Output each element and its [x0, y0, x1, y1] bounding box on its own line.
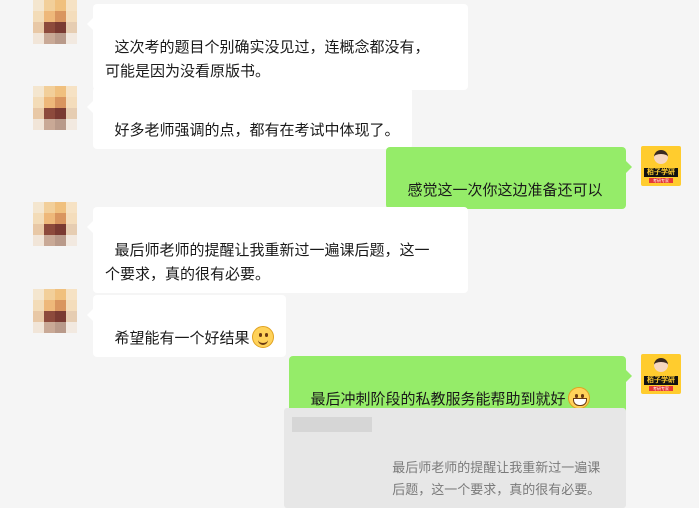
contact-avatar[interactable]	[33, 0, 77, 44]
user-avatar[interactable]: 栢子学研 考研专家	[641, 146, 681, 186]
message-text: 这次考的题目个别确实没见过，连概念都没有， 可能是因为没看原版书。	[105, 38, 430, 80]
message-text: 希望能有一个好结果	[114, 329, 250, 347]
brand-name: 栢子学研	[644, 376, 678, 385]
message-bubble[interactable]: 最后师老师的提醒让我重新过一遍课后题，这一 个要求，真的很有必要。	[87, 207, 468, 293]
quoted-message[interactable]: 最后师老师的提醒让我重新过一遍课 后题，这一个要求，真的很有必要。	[284, 408, 626, 508]
contact-avatar[interactable]	[33, 86, 77, 130]
message-text: 好多老师强调的点，都有在考试中体现了。	[114, 121, 400, 139]
brand-tagline: 考研专家	[649, 386, 673, 391]
smile-emoji-icon	[251, 326, 274, 348]
brand-tagline: 考研专家	[649, 178, 673, 183]
message-text: 最后冲刺阶段的私教服务能帮助到就好	[310, 390, 566, 408]
avatar-face-icon	[654, 150, 668, 164]
message-bubble[interactable]: 好多老师强调的点，都有在考试中体现了。	[87, 87, 412, 149]
message-text: 最后师老师的提醒让我重新过一遍课后题，这一 个要求，真的很有必要。	[105, 241, 430, 283]
contact-avatar[interactable]	[33, 289, 77, 333]
brand-name: 栢子学研	[644, 168, 678, 177]
message-text: 感觉这一次你这边准备还可以	[407, 181, 603, 199]
message-bubble[interactable]: 感觉这一次你这边准备还可以	[386, 147, 632, 209]
message-bubble[interactable]: 这次考的题目个别确实没见过，连概念都没有， 可能是因为没看原版书。	[87, 4, 468, 90]
avatar-face-icon	[654, 358, 668, 372]
grin-emoji-icon	[567, 387, 590, 409]
contact-avatar[interactable]	[33, 202, 77, 246]
message-bubble[interactable]: 希望能有一个好结果	[87, 295, 286, 357]
redacted-sender-mask	[292, 417, 372, 432]
user-avatar[interactable]: 栢子学研 考研专家	[641, 354, 681, 394]
